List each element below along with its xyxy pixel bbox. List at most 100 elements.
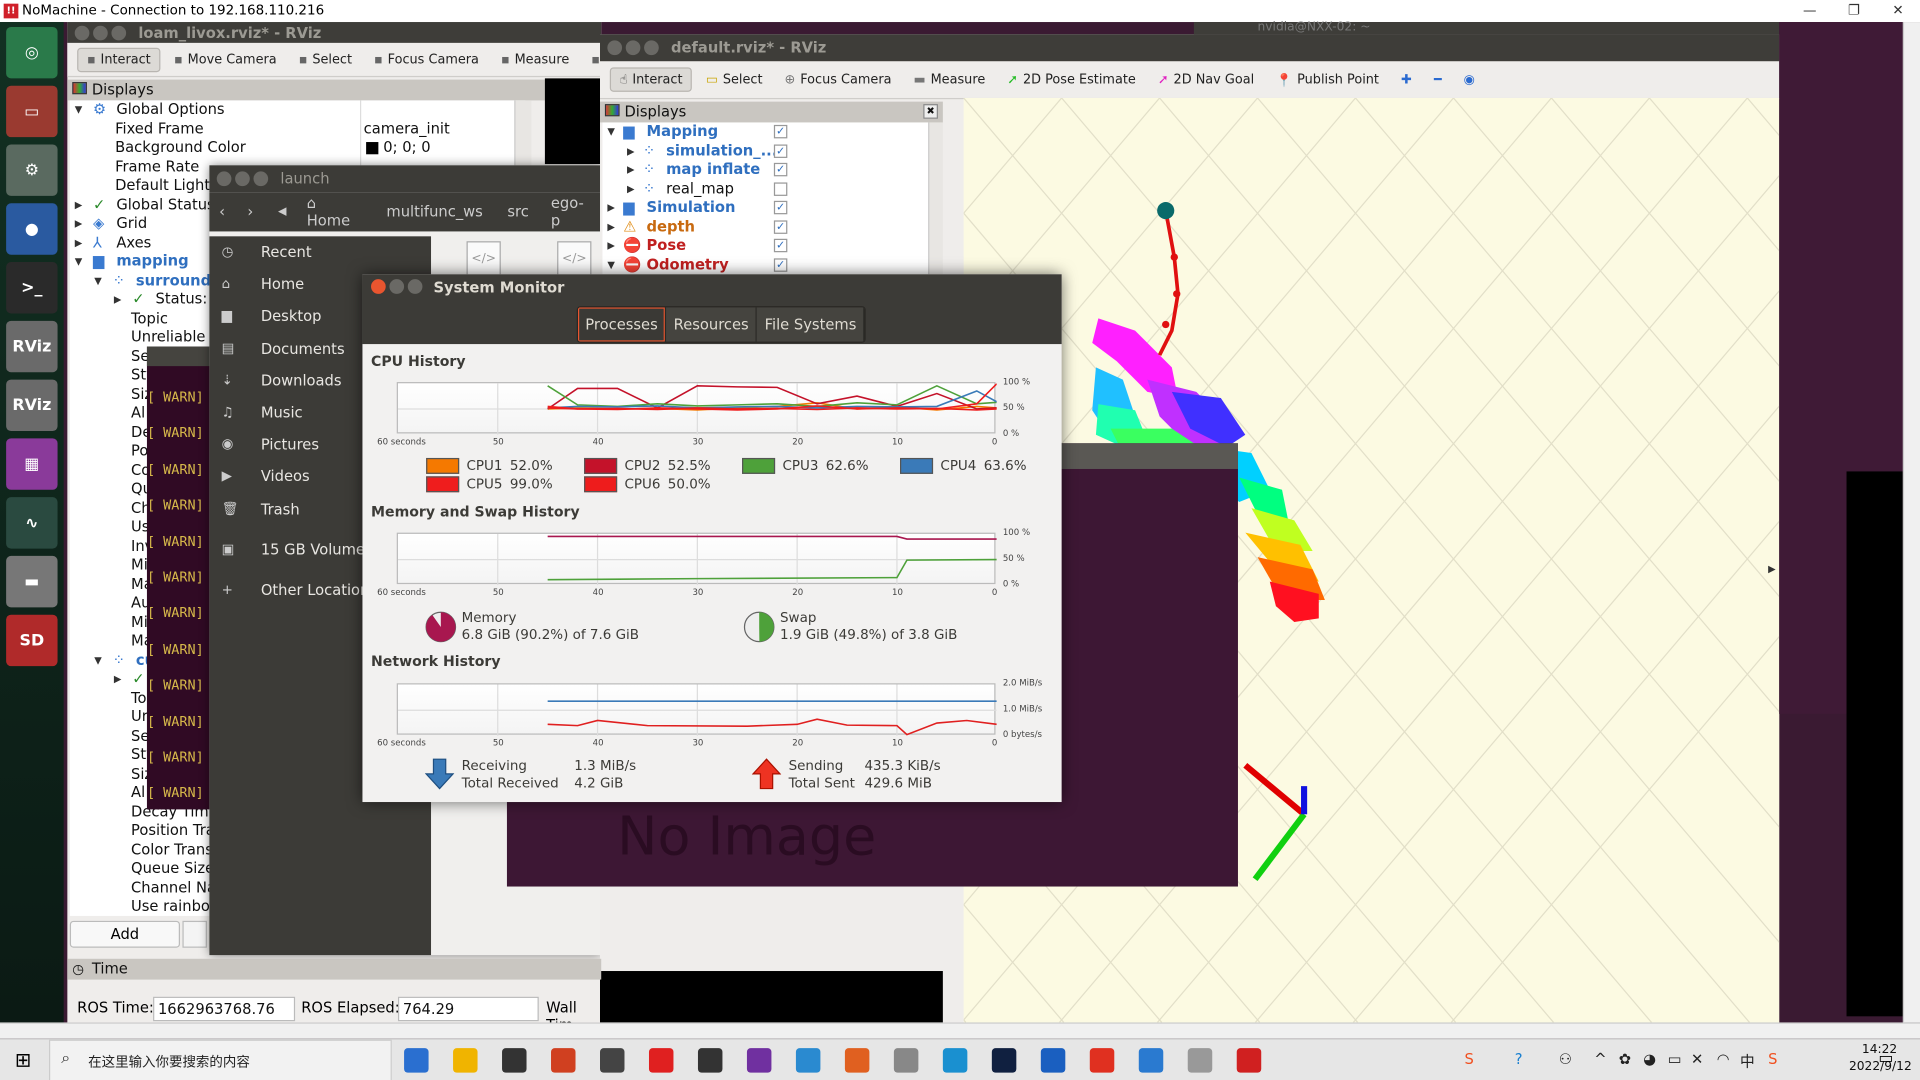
taskbar-app-icon[interactable]	[1089, 1048, 1115, 1073]
taskbar-app-icon[interactable]	[1187, 1048, 1213, 1073]
taskbar-app-icon[interactable]	[1138, 1048, 1164, 1073]
visibility-checkbox[interactable]: ✓	[773, 200, 788, 215]
qq-icon[interactable]: ◕	[1643, 1051, 1656, 1068]
color-swatch[interactable]	[584, 476, 618, 493]
path-segment[interactable]: src	[495, 203, 541, 220]
wifi-icon[interactable]: ◠	[1717, 1051, 1730, 1068]
tree-value[interactable]: camera_init	[364, 119, 450, 138]
dock-terminal[interactable]: >_	[6, 262, 58, 314]
collapsed-arrow-icon[interactable]: ▶	[607, 198, 615, 217]
close-button[interactable]: ✕	[1876, 0, 1920, 22]
visibility-checkbox[interactable]: ✓	[773, 143, 788, 158]
sogou-icon[interactable]: S	[1768, 1051, 1777, 1068]
battery-icon[interactable]: ▭	[1668, 1051, 1682, 1068]
tree-row-depth[interactable]: ▶ ⚠ depth ✓	[602, 217, 928, 236]
color-swatch[interactable]	[426, 476, 460, 493]
file-icon[interactable]: </>	[466, 241, 501, 278]
path-segment[interactable]: ego-p	[541, 195, 601, 229]
collapsed-arrow-icon[interactable]: ▶	[75, 214, 83, 233]
tool-2d-pose-estimate[interactable]: ➚ 2D Pose Estimate	[999, 69, 1145, 91]
tree-value[interactable]: 0; 0; 0	[383, 138, 430, 157]
taskbar-app-icon[interactable]	[1040, 1048, 1066, 1073]
taskbar-app-icon[interactable]	[453, 1048, 478, 1073]
close-icon[interactable]	[216, 171, 232, 187]
tool-view[interactable]: ◉	[1455, 69, 1483, 91]
ros-elapsed-field[interactable]: 764.29	[397, 996, 539, 1022]
minimize-icon[interactable]	[235, 171, 250, 187]
collapsed-arrow-icon[interactable]: ▶	[627, 141, 635, 160]
maximize-icon[interactable]	[111, 25, 127, 41]
collapse-arrow-icon[interactable]: ▶	[1768, 563, 1776, 574]
dock-ubuntu-logo[interactable]: ◎	[6, 26, 58, 79]
minimize-button[interactable]: —	[1788, 0, 1832, 22]
close-icon[interactable]	[607, 40, 623, 56]
path-left-button[interactable]: ◀	[278, 206, 294, 218]
tool-measure[interactable]: ▪ Measure	[492, 48, 577, 70]
remove-button[interactable]	[182, 920, 207, 948]
taskbar-app-icon[interactable]	[991, 1048, 1017, 1073]
help-icon[interactable]: ?	[1515, 1051, 1523, 1068]
color-swatch[interactable]	[426, 457, 460, 474]
dock-workspace[interactable]: ▦	[6, 438, 58, 490]
taskbar-app-icon[interactable]	[844, 1048, 870, 1073]
taskbar-app-icon[interactable]	[648, 1048, 674, 1073]
taskbar-app-icon[interactable]	[942, 1048, 968, 1073]
taskbar-app-icon[interactable]	[1236, 1048, 1262, 1073]
collapsed-arrow-icon[interactable]: ▶	[114, 670, 122, 689]
expanded-arrow-icon[interactable]: ▼	[75, 252, 83, 271]
color-swatch[interactable]	[742, 457, 776, 474]
expanded-arrow-icon[interactable]: ▼	[94, 271, 102, 290]
close-panel-button[interactable]: ✖	[923, 104, 938, 119]
tree-row-mapping[interactable]: ▼ ▆ Mapping ✓	[602, 122, 928, 141]
color-swatch[interactable]	[900, 457, 934, 474]
minimize-icon[interactable]	[93, 25, 108, 41]
horizontal-scrollbar[interactable]	[0, 1022, 1920, 1039]
app-icon[interactable]: ✿	[1619, 1051, 1631, 1068]
tool-2d-nav-goal[interactable]: ➚ 2D Nav Goal	[1149, 69, 1262, 91]
expanded-arrow-icon[interactable]: ▼	[75, 100, 83, 119]
tool-publish-point[interactable]: 📍 Publish Point	[1268, 68, 1388, 91]
close-icon[interactable]	[371, 279, 386, 294]
tab-resources[interactable]: Resources	[666, 307, 758, 342]
dock-settings[interactable]: ⚙	[6, 144, 58, 196]
dock-system-monitor[interactable]: ∿	[6, 497, 58, 549]
tree-row-background-color[interactable]: Background Color 0; 0; 0	[70, 138, 526, 157]
visibility-checkbox[interactable]: ✓	[773, 124, 788, 139]
mute-icon[interactable]: ✕	[1691, 1051, 1703, 1068]
collapsed-arrow-icon[interactable]: ▶	[607, 217, 615, 236]
tool-select[interactable]: ▪ Select	[290, 48, 360, 70]
tree-row-pose[interactable]: ▶ ⛔ Pose ✓	[602, 236, 928, 255]
tab-processes[interactable]: Processes	[577, 307, 667, 342]
tree-row-map-inflate[interactable]: ▶ ⁘ map inflate ✓	[602, 160, 928, 179]
sogou-icon[interactable]: S	[1464, 1051, 1473, 1068]
taskbar-app-icon[interactable]	[502, 1048, 527, 1073]
minimize-icon[interactable]	[389, 279, 405, 294]
tool-move-camera[interactable]: ▪ Move Camera	[165, 48, 285, 70]
taskbar-app-icon[interactable]	[404, 1048, 429, 1073]
tool-select[interactable]: ▭ Select	[697, 69, 771, 91]
minimize-icon[interactable]	[625, 40, 641, 56]
dock-files[interactable]: ▭	[6, 85, 58, 138]
dock-rviz-1[interactable]: RViz	[6, 320, 58, 373]
tree-row-odometry[interactable]: ▼ ⛔ Odometry ✓	[602, 255, 928, 274]
tab-file-systems[interactable]: File Systems	[757, 307, 865, 342]
collapsed-arrow-icon[interactable]: ▶	[114, 290, 122, 309]
file-icon[interactable]: </>	[557, 241, 592, 278]
visibility-checkbox[interactable]	[773, 181, 788, 196]
maximize-button[interactable]: ❐	[1832, 0, 1876, 22]
color-swatch[interactable]	[584, 457, 618, 474]
dock-drive[interactable]: ▬	[6, 555, 58, 608]
tree-row-fixed-frame[interactable]: Fixed Frame camera_init	[70, 119, 526, 138]
collapsed-arrow-icon[interactable]: ▶	[607, 236, 615, 255]
search-box[interactable]: ⌕ 在这里输入你要搜索的内容	[48, 1039, 392, 1080]
scrollbar[interactable]	[928, 122, 943, 275]
people-icon[interactable]: ⚇	[1559, 1051, 1572, 1068]
collapsed-arrow-icon[interactable]: ▶	[627, 160, 635, 179]
taskbar-app-icon[interactable]	[795, 1048, 821, 1073]
ime-icon[interactable]: 中	[1740, 1051, 1755, 1072]
visibility-checkbox[interactable]: ✓	[773, 162, 788, 177]
tool-zoom-in[interactable]: ✚	[1392, 69, 1420, 91]
tool-focus-camera[interactable]: ⊕ Focus Camera	[776, 69, 900, 91]
path-home[interactable]: ⌂ Home	[294, 195, 374, 229]
expanded-arrow-icon[interactable]: ▼	[607, 255, 615, 274]
